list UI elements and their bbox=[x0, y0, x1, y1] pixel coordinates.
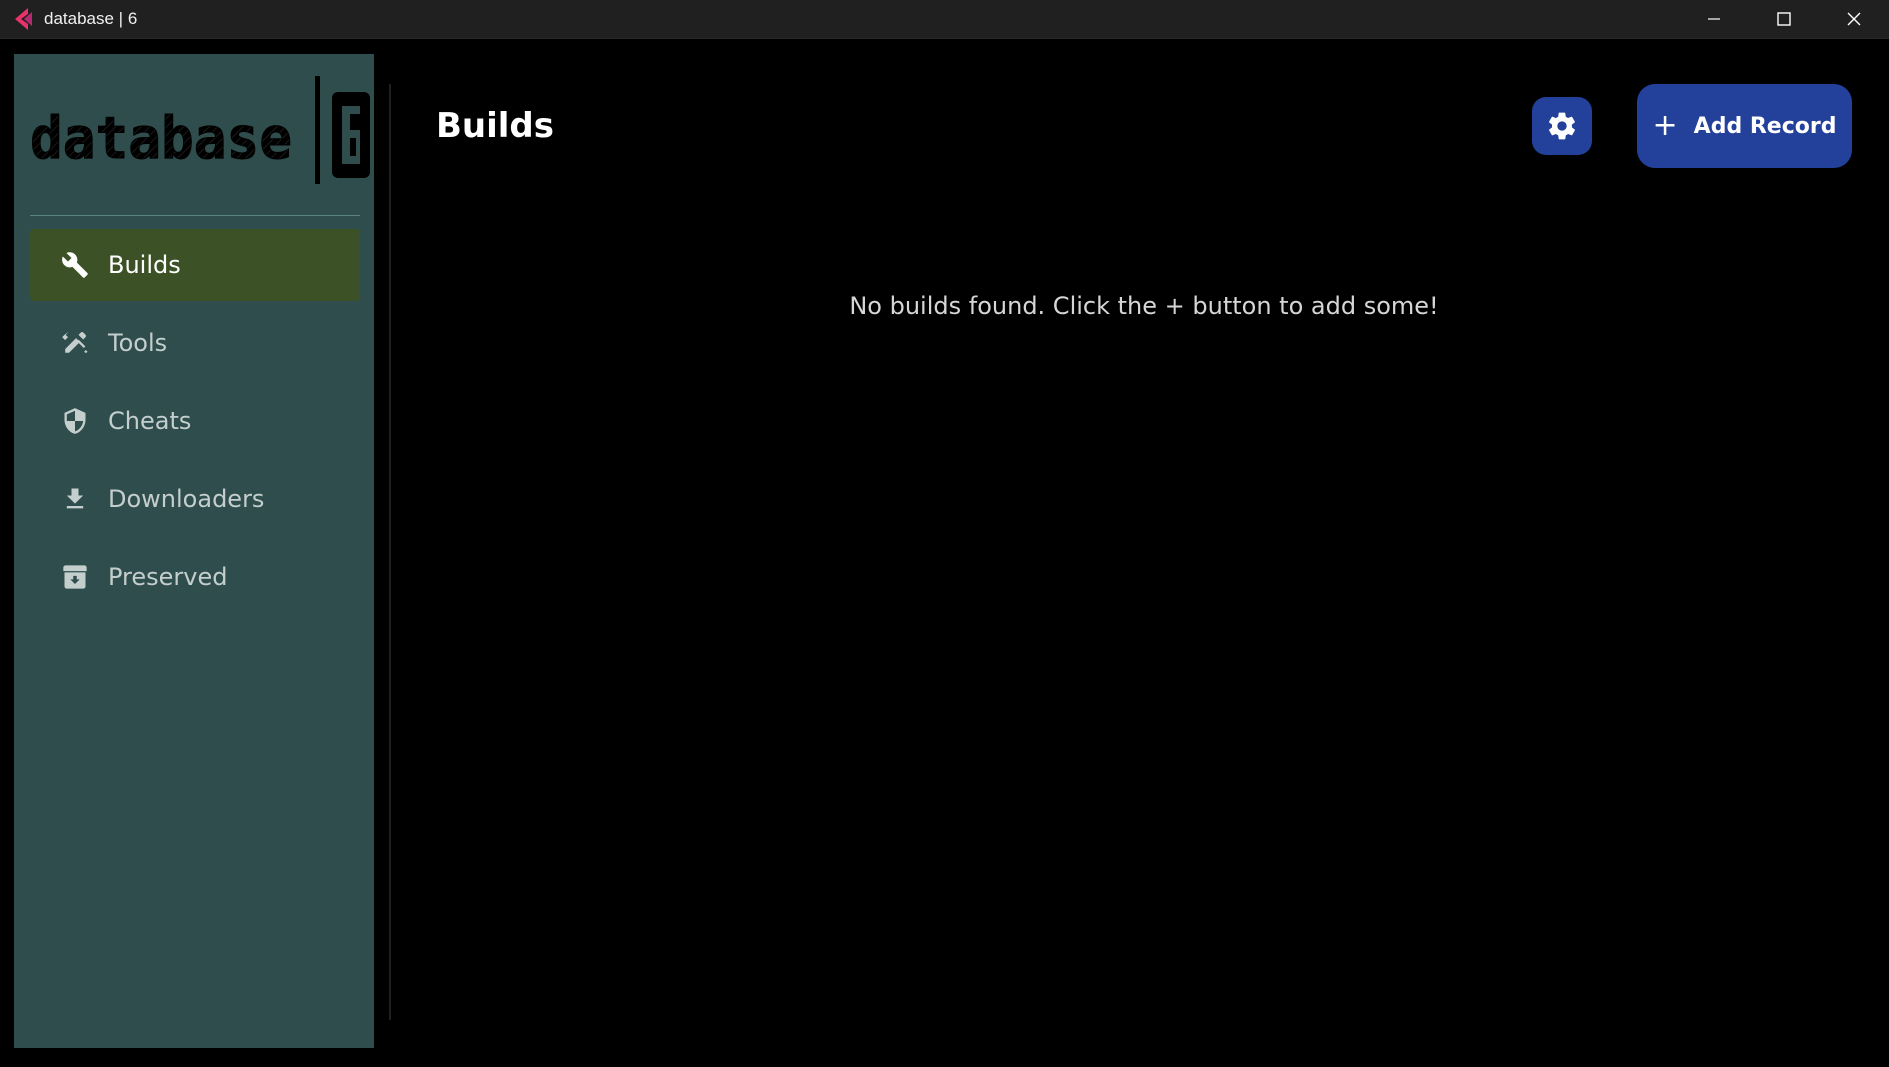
plus-icon: + bbox=[1652, 108, 1678, 143]
add-record-label: Add Record bbox=[1693, 113, 1837, 139]
sidebar: database Builds Tools Cheats Downloaders… bbox=[14, 54, 374, 1048]
svg-text:database: database bbox=[30, 104, 292, 172]
sidebar-item-label: Preserved bbox=[108, 563, 228, 591]
archive-icon bbox=[60, 562, 90, 592]
download-icon bbox=[60, 484, 90, 514]
gear-icon bbox=[1549, 112, 1575, 140]
sidebar-item-builds[interactable]: Builds bbox=[30, 229, 360, 301]
sidebar-item-label: Cheats bbox=[108, 407, 192, 435]
wrench-icon bbox=[60, 250, 90, 280]
close-icon bbox=[1847, 12, 1861, 26]
minimize-button[interactable] bbox=[1679, 0, 1749, 38]
settings-button[interactable] bbox=[1532, 97, 1592, 155]
sidebar-divider bbox=[30, 215, 360, 216]
window-title: database | 6 bbox=[44, 9, 138, 28]
logo: database bbox=[30, 76, 374, 186]
page-title: Builds bbox=[436, 106, 555, 146]
content-divider bbox=[389, 84, 391, 1020]
sidebar-item-preserved[interactable]: Preserved bbox=[30, 541, 360, 613]
tools-icon bbox=[60, 328, 90, 358]
empty-state-message: No builds found. Click the + button to a… bbox=[849, 292, 1439, 320]
sidebar-item-label: Builds bbox=[108, 251, 181, 279]
sidebar-item-downloaders[interactable]: Downloaders bbox=[30, 463, 360, 535]
minimize-icon bbox=[1708, 18, 1720, 20]
sidebar-item-tools[interactable]: Tools bbox=[30, 307, 360, 379]
app-chevron-icon bbox=[10, 6, 36, 32]
close-button[interactable] bbox=[1819, 0, 1889, 38]
sidebar-item-cheats[interactable]: Cheats bbox=[30, 385, 360, 457]
shield-icon bbox=[60, 406, 90, 436]
sidebar-item-label: Tools bbox=[108, 329, 168, 357]
title-bar: database | 6 bbox=[0, 0, 1889, 39]
sidebar-nav: Builds Tools Cheats Downloaders Preserve bbox=[30, 229, 360, 619]
sidebar-item-label: Downloaders bbox=[108, 485, 265, 513]
maximize-button[interactable] bbox=[1749, 0, 1819, 38]
maximize-icon bbox=[1777, 12, 1791, 26]
add-record-button[interactable]: + Add Record bbox=[1637, 84, 1852, 168]
